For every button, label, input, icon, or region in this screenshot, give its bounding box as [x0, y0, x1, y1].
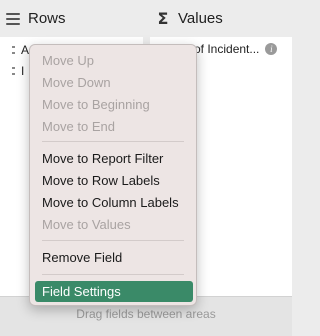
drag-handle-icon[interactable] [12, 67, 15, 75]
menu-separator [42, 240, 184, 241]
menu-item-field-settings[interactable]: Field Settings [35, 281, 193, 302]
rows-header: Rows [6, 0, 66, 37]
values-field-item[interactable]: of Incident... i [194, 40, 290, 58]
menu-item-move-to-end: Move to End [42, 119, 115, 134]
sigma-icon: Σ [157, 9, 169, 28]
drag-hint: Drag fields between areas [76, 307, 216, 321]
menu-item-move-to-row-labels[interactable]: Move to Row Labels [42, 171, 160, 191]
menu-separator [42, 141, 184, 142]
panel-header: Rows Σ Values [0, 0, 292, 37]
rows-field-item[interactable]: A [12, 41, 29, 59]
menu-item-move-up: Move Up [42, 53, 95, 68]
values-title: Values [178, 10, 223, 27]
values-field-label: of Incident... [194, 42, 260, 56]
menu-item-move-to-column-labels[interactable]: Move to Column Labels [42, 193, 179, 213]
context-menu: Move Up Move Down Move to Beginning Move… [29, 44, 197, 306]
menu-item-field-settings-label: Field Settings [42, 284, 121, 299]
rows-field-item[interactable]: I [12, 62, 24, 80]
rows-icon [6, 12, 20, 26]
rows-title: Rows [28, 10, 66, 27]
rows-field-label: I [21, 64, 25, 78]
menu-item-move-to-beginning: Move to Beginning [42, 97, 150, 112]
menu-item-move-to-report-filter[interactable]: Move to Report Filter [42, 149, 163, 169]
values-header: Σ Values [156, 0, 223, 37]
pivot-fields-panel: Rows Σ Values A I of Incident... i Drag … [0, 0, 292, 336]
info-icon[interactable]: i [265, 43, 278, 55]
drag-handle-icon[interactable] [12, 46, 15, 54]
rows-field-label: A [21, 43, 30, 57]
menu-item-remove-field[interactable]: Remove Field [42, 248, 122, 268]
menu-item-move-to-values: Move to Values [42, 217, 131, 232]
menu-separator [42, 274, 184, 275]
menu-item-move-down: Move Down [42, 75, 111, 90]
